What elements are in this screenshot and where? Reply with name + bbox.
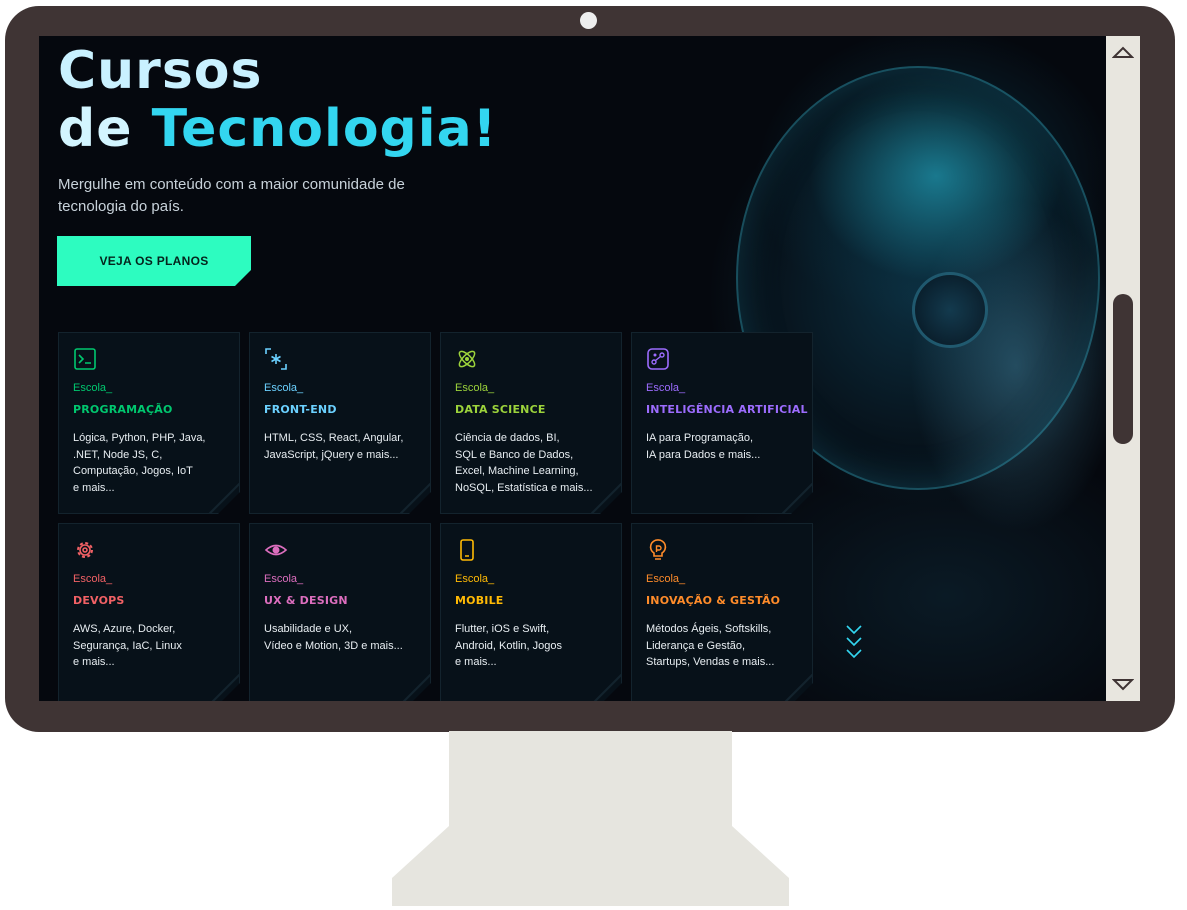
school-card[interactable]: Escola_ PROGRAMAÇÃO Lógica, Python, PHP, J… (58, 332, 240, 514)
title-highlight: Tecnologia! (151, 99, 498, 159)
school-topics: HTML, CSS, React, Angular, JavaScript, j… (264, 432, 404, 461)
card-corner-cut (400, 483, 430, 513)
ai-nodes-icon (646, 347, 670, 371)
school-name: MOBILE (455, 594, 504, 607)
screen: Cursos de Tecnologia! Mergulhe em conteú… (39, 36, 1106, 701)
card-corner-cut (209, 674, 239, 701)
terminal-icon (73, 347, 97, 371)
page-title: Cursos de Tecnologia! (58, 42, 497, 158)
school-card[interactable]: Escola_ MOBILE Flutter, iOS e Swift, Andro… (440, 523, 622, 701)
school-topics: IA para Programação, IA para Dados e mai… (646, 432, 761, 461)
gear-icon (73, 538, 97, 562)
school-card[interactable]: Escola_ FRONT-END HTML, CSS, React, Angula… (249, 332, 431, 514)
lightbulb-icon (646, 538, 670, 562)
scrollbar-thumb[interactable] (1113, 294, 1133, 444)
scroll-up-arrow-icon[interactable] (1111, 42, 1135, 62)
monitor-stand-base (392, 826, 789, 906)
school-prefix: Escola_ (264, 573, 304, 585)
school-topics: Métodos Ágeis, Softskills, Liderança e G… (646, 623, 775, 668)
school-card[interactable]: Escola_ UX & DESIGN Usabilidade e UX, Víde… (249, 523, 431, 701)
school-name: DEVOPS (73, 594, 125, 607)
school-name: INOVAÇÃO & GESTÃO (646, 594, 781, 607)
school-topics: Usabilidade e UX, Vídeo e Motion, 3D e m… (264, 623, 403, 652)
school-name: FRONT-END (264, 403, 337, 416)
school-prefix: Escola_ (455, 573, 495, 585)
school-topics: Flutter, iOS e Swift, Android, Kotlin, J… (455, 623, 563, 668)
card-corner-cut (591, 674, 621, 701)
school-name: UX & DESIGN (264, 594, 348, 607)
view-plans-button[interactable]: VEJA OS PLANOS (57, 236, 251, 286)
hero-subtitle: Mergulhe em conteúdo com a maior comunid… (58, 176, 405, 215)
school-prefix: Escola_ (646, 382, 686, 394)
school-name: DATA SCIENCE (455, 403, 546, 416)
title-line-2-prefix: de (58, 99, 152, 159)
school-card[interactable]: Escola_ INTELIGÊNCIA ARTIFICIAL IA para Pr… (631, 332, 813, 514)
school-prefix: Escola_ (73, 573, 113, 585)
school-card[interactable]: Escola_ DATA SCIENCE Ciência de dados, BI,… (440, 332, 622, 514)
eye-icon (264, 538, 288, 562)
school-card[interactable]: Escola_ DEVOPS AWS, Azure, Docker, Seguran… (58, 523, 240, 701)
monitor-stand-neck (449, 731, 732, 827)
card-corner-cut (209, 483, 239, 513)
atom-icon (455, 347, 479, 371)
card-corner-cut (400, 674, 430, 701)
school-topics: AWS, Azure, Docker, Segurança, IaC, Linu… (73, 623, 182, 668)
smartphone-icon (455, 538, 479, 562)
school-name: INTELIGÊNCIA ARTIFICIAL (646, 403, 808, 416)
scroll-down-chevrons-icon[interactable] (845, 622, 863, 662)
school-prefix: Escola_ (264, 382, 304, 394)
card-corner-cut (591, 483, 621, 513)
vertical-scrollbar[interactable] (1106, 36, 1140, 701)
title-line-1: Cursos (58, 41, 263, 101)
school-name: PROGRAMAÇÃO (73, 403, 173, 416)
school-prefix: Escola_ (455, 382, 495, 394)
school-prefix: Escola_ (646, 573, 686, 585)
webcam-dot (580, 12, 597, 29)
school-card[interactable]: Escola_ INOVAÇÃO & GESTÃO Métodos Ágeis, S… (631, 523, 813, 701)
asterisk-brackets-icon (264, 347, 288, 371)
school-prefix: Escola_ (73, 382, 113, 394)
helmet-earpiece (912, 272, 988, 348)
scroll-down-arrow-icon[interactable] (1111, 675, 1135, 695)
